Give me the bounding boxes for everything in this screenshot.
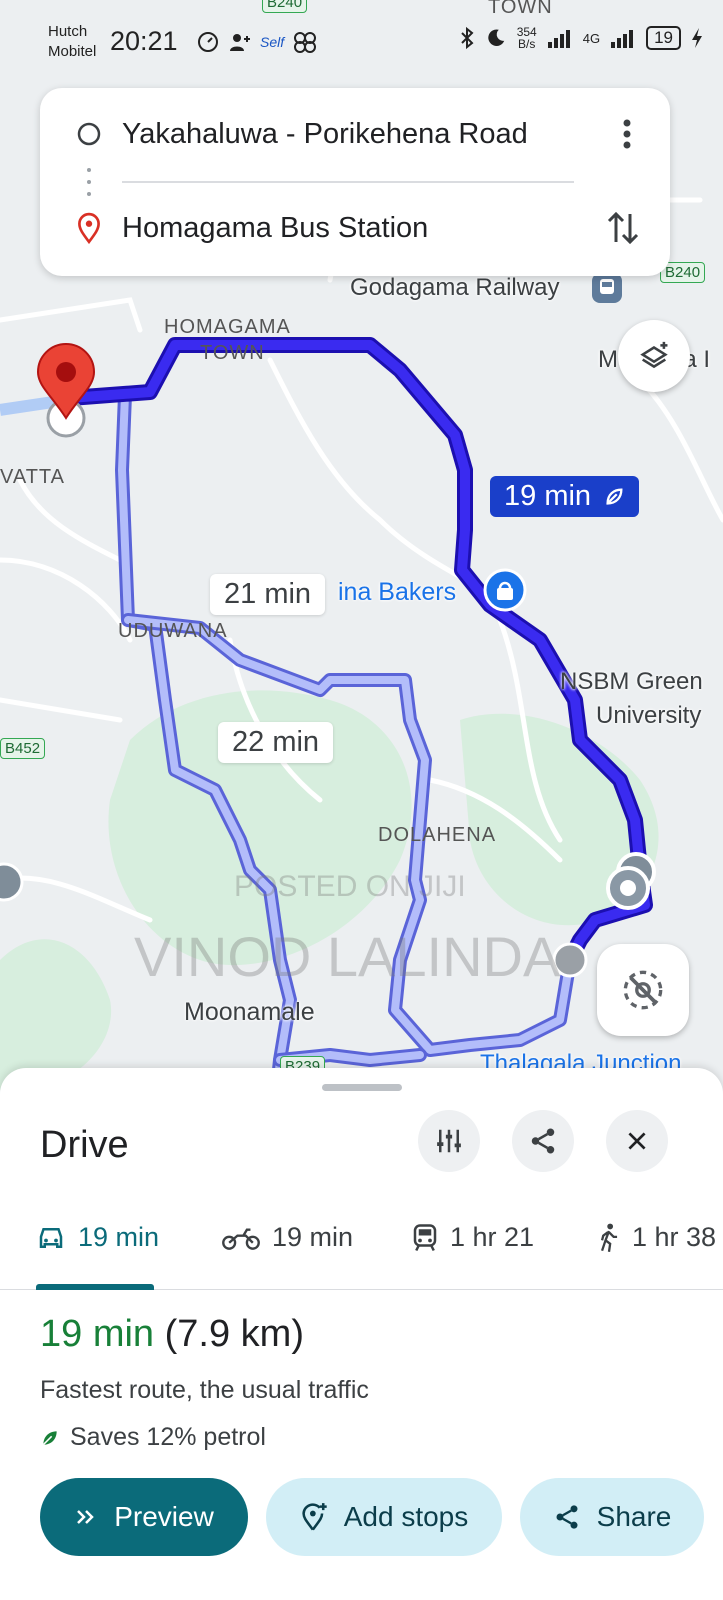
- tab-motorbike[interactable]: 19 min: [222, 1222, 353, 1253]
- preview-button[interactable]: Preview: [40, 1478, 248, 1556]
- route-card-divider: [122, 181, 574, 183]
- moon-icon: [488, 29, 504, 46]
- signal-icon-2: [611, 30, 634, 48]
- sheet-drag-handle[interactable]: [322, 1084, 402, 1091]
- signal-icon: [547, 30, 570, 48]
- watermark-name: VINOD LALINDA: [134, 925, 561, 988]
- tab-drive[interactable]: 19 min: [36, 1222, 159, 1253]
- carrier-name-1: Hutch: [48, 23, 88, 40]
- person-add-icon: [230, 34, 250, 51]
- route-options-button[interactable]: [418, 1110, 480, 1172]
- destination-row[interactable]: Homagama Bus Station: [40, 198, 670, 258]
- map-label-homagama: HOMAGAMA: [164, 316, 291, 338]
- active-tab-indicator: [36, 1284, 154, 1290]
- destination-pin-icon: [78, 212, 100, 244]
- travel-mode-tabs: 19 min 19 min 1 hr 21 1 hr 38: [0, 1208, 723, 1290]
- map-label-godagama: Godagama Railway: [350, 274, 560, 301]
- bluetooth-icon: [460, 26, 474, 50]
- swap-icon[interactable]: [606, 208, 640, 248]
- map-label-moonamale: Moonamale: [184, 998, 315, 1026]
- layers-icon: [640, 341, 668, 369]
- location-off-icon: [623, 970, 663, 1010]
- loop-icon: [294, 32, 317, 53]
- share-route-button[interactable]: Share: [520, 1478, 704, 1556]
- destination-field[interactable]: Homagama Bus Station: [122, 212, 428, 245]
- network-type: 4G: [582, 30, 601, 46]
- route-time-active-label: 19 min: [504, 480, 592, 512]
- speedometer-icon: [198, 32, 218, 52]
- transit-icon: [413, 1223, 437, 1251]
- preview-button-label: Preview: [114, 1501, 214, 1532]
- carrier-name-2: Mobitel: [48, 43, 97, 60]
- close-icon: [628, 1132, 646, 1150]
- charging-icon: [692, 28, 702, 48]
- share-route-button-label: Share: [596, 1501, 672, 1532]
- leaf-icon: [606, 488, 623, 505]
- origin-field[interactable]: Yakahaluwa - Porikehena Road: [122, 118, 528, 151]
- car-icon: [39, 1227, 63, 1248]
- tab-transit-label: 1 hr 21: [450, 1222, 535, 1252]
- route-distance: (7.9 km): [164, 1313, 304, 1355]
- map-label-uduwana: UDUWANA: [118, 620, 228, 642]
- tab-transit[interactable]: 1 hr 21: [412, 1222, 534, 1253]
- motorbike-icon: [222, 1228, 260, 1250]
- more-vert-icon[interactable]: [622, 118, 632, 150]
- close-button[interactable]: [606, 1110, 668, 1172]
- walk-icon: [600, 1223, 618, 1252]
- route-time-alt-1[interactable]: 21 min: [210, 574, 326, 615]
- add-location-icon: [302, 1503, 327, 1531]
- leaf-icon: [42, 1430, 57, 1445]
- map-label-dolahena: DOLAHENA: [378, 824, 497, 846]
- map-label-nsbm: NSBM Green: [560, 668, 703, 695]
- battery-indicator: 19: [646, 26, 681, 50]
- carrier-label: Hutch Mobitel: [48, 22, 96, 62]
- status-right-icons: 354 B/s 4G 19: [459, 26, 703, 50]
- eco-savings: Saves 12% petrol: [40, 1423, 266, 1452]
- map-label-bakers: ina Bakers: [338, 578, 457, 606]
- self-app-label: Self: [260, 34, 285, 50]
- tab-walk-label: 1 hr 38: [632, 1222, 717, 1252]
- net-speed: 354 B/s: [517, 26, 537, 50]
- route-description: Fastest route, the usual traffic: [40, 1376, 369, 1404]
- layers-button[interactable]: [618, 320, 690, 392]
- tab-walk[interactable]: 1 hr 38: [598, 1222, 716, 1253]
- origin-row[interactable]: Yakahaluwa - Porikehena Road: [40, 104, 670, 164]
- directions-sheet: Drive 19 min 19 min 1 hr 21 1 hr 38 19 m…: [0, 1068, 723, 1600]
- eco-savings-text: Saves 12% petrol: [70, 1423, 266, 1451]
- share-icon: [531, 1128, 555, 1154]
- double-chevron-icon: [77, 1510, 94, 1524]
- route-duration: 19 min: [40, 1313, 155, 1355]
- status-time: 20:21: [110, 26, 178, 56]
- route-connector-dots: [87, 168, 91, 196]
- route-summary: 19 min (7.9 km): [40, 1313, 304, 1356]
- map-label-mda: M: [598, 346, 618, 373]
- watermark-posted: POSTED ON JIJI: [234, 870, 466, 903]
- share-directions-button[interactable]: [512, 1110, 574, 1172]
- origin-circle-icon: [77, 122, 101, 146]
- recenter-button[interactable]: [597, 944, 689, 1036]
- map-label-nsbm-university: University: [596, 702, 702, 729]
- status-left-icons: Self: [196, 30, 318, 54]
- sheet-title: Drive: [40, 1124, 129, 1166]
- share-icon: [556, 1505, 578, 1529]
- net-speed-unit: B/s: [518, 37, 536, 51]
- tab-motorbike-label: 19 min: [272, 1222, 354, 1252]
- tune-icon: [437, 1129, 461, 1153]
- map-label-watta: VATTA: [0, 466, 65, 488]
- map-label-homagama-town: TOWN: [200, 342, 265, 364]
- route-input-card: Yakahaluwa - Porikehena Road Homagama Bu…: [40, 88, 670, 276]
- tab-drive-label: 19 min: [78, 1222, 160, 1252]
- add-stops-button[interactable]: Add stops: [266, 1478, 502, 1556]
- route-time-alt-2[interactable]: 22 min: [218, 722, 334, 763]
- route-time-active[interactable]: 19 min: [490, 476, 640, 517]
- road-shield: B452: [0, 738, 46, 759]
- status-bar: Hutch Mobitel 20:21 Self 354 B/s 4G 19: [0, 0, 723, 80]
- add-stops-button-label: Add stops: [343, 1501, 469, 1532]
